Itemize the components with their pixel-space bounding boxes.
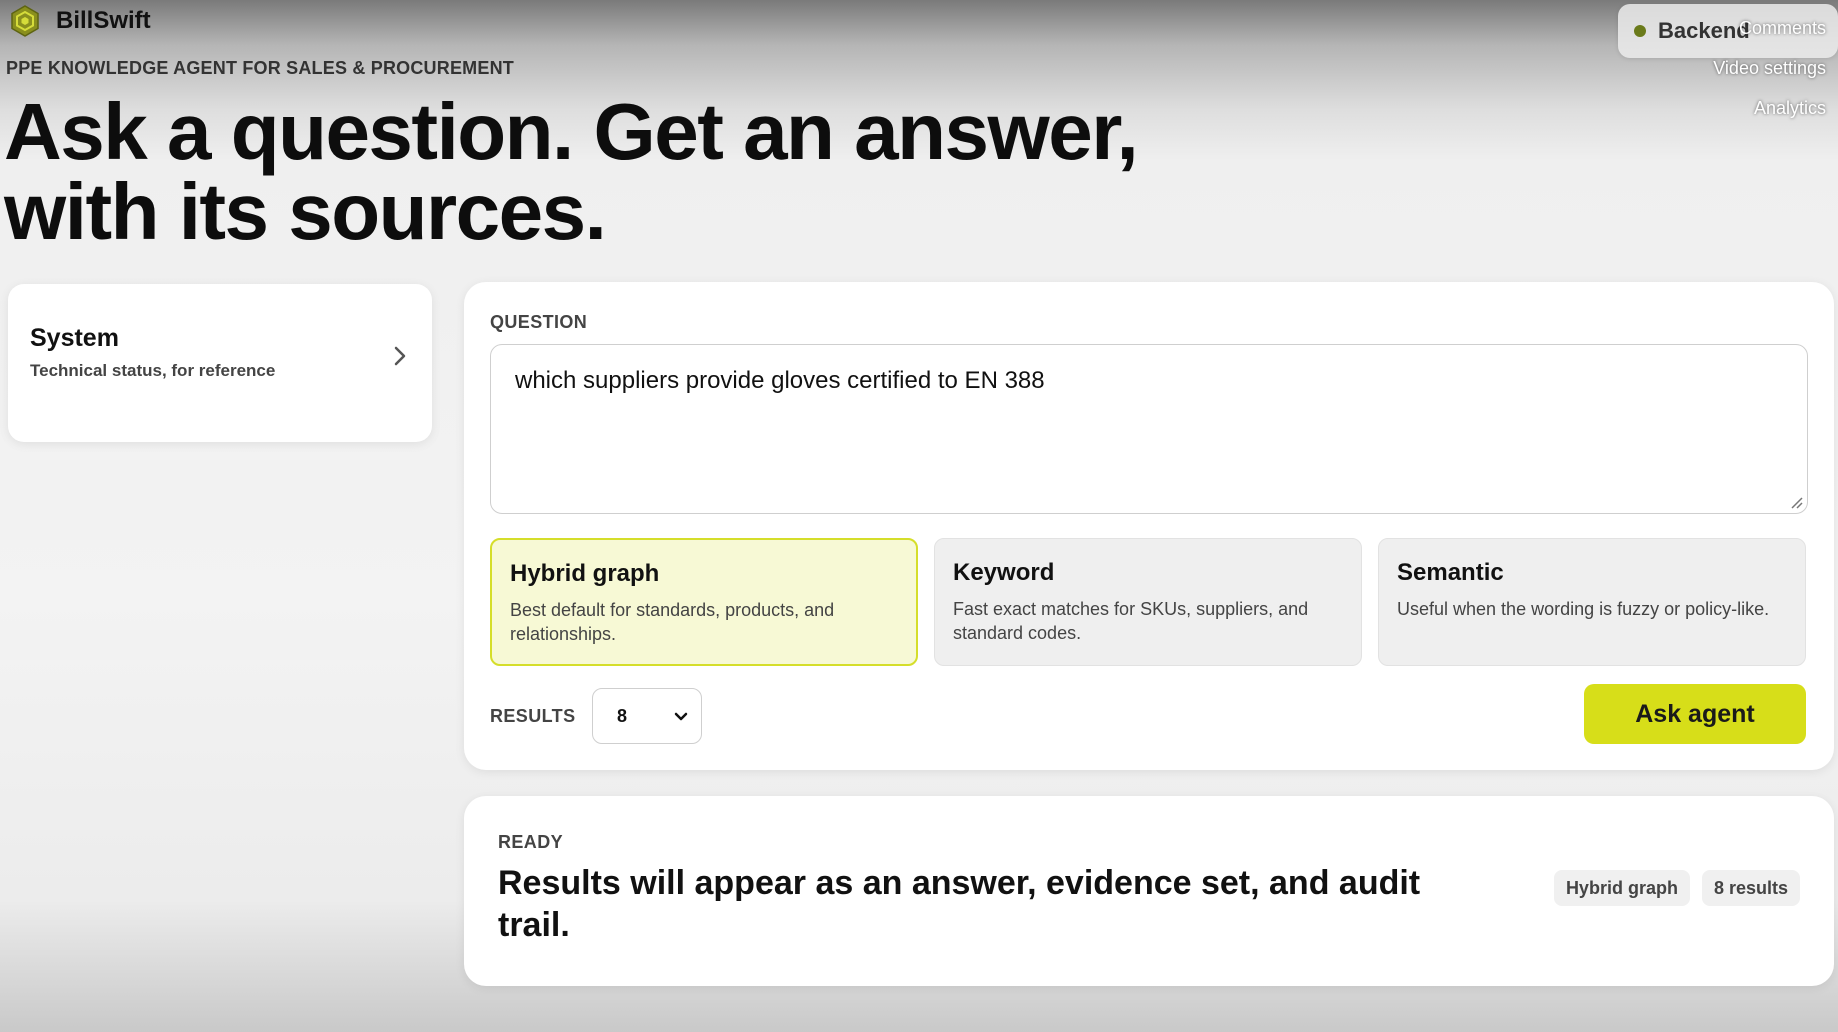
page-title-line-2: with its sources. [4, 167, 607, 256]
results-status-label: READY [498, 832, 564, 852]
results-chips: Hybrid graph 8 results [1553, 870, 1800, 906]
system-card-subtitle: Technical status, for reference [30, 361, 276, 380]
mode-option-hybrid-graph[interactable]: Hybrid graph Best default for standards,… [490, 538, 918, 666]
results-count-value: 8 [617, 705, 628, 726]
ask-agent-button[interactable]: Ask agent [1584, 684, 1806, 744]
brand: BillSwift [8, 4, 151, 38]
question-input-value: which suppliers provide gloves certified… [515, 367, 1045, 394]
system-card-title: System [30, 324, 119, 352]
overlay-link-comments[interactable]: Comments [1713, 16, 1826, 56]
page-title-line-1: Ask a question. Get an answer, [4, 87, 1139, 176]
question-card: QUESTION which suppliers provide gloves … [464, 282, 1834, 770]
mode-chip: Hybrid graph [1553, 870, 1690, 906]
mode-title: Hybrid graph [510, 560, 660, 587]
mode-description: Useful when the wording is fuzzy or poli… [1397, 599, 1770, 619]
mode-option-semantic[interactable]: Semantic Useful when the wording is fuzz… [1378, 538, 1806, 666]
results-label: RESULTS [490, 706, 576, 726]
system-card[interactable]: System Technical status, for reference [8, 284, 432, 442]
results-panel: READY Results will appear as an answer, … [464, 796, 1834, 986]
mode-title: Semantic [1397, 559, 1504, 586]
results-count-chip: 8 results [1701, 870, 1800, 906]
overlay-link-video-settings[interactable]: Video settings [1713, 56, 1826, 96]
results-count-select[interactable]: 8 [592, 688, 702, 744]
results-placeholder-message: Results will appear as an answer, eviden… [498, 864, 1421, 944]
chevron-down-icon [674, 712, 688, 721]
mode-description: Fast exact matches for SKUs, suppliers, … [953, 599, 1309, 643]
video-overlay-menu: Comments Video settings Analytics [1713, 16, 1826, 136]
mode-option-keyword[interactable]: Keyword Fast exact matches for SKUs, sup… [934, 538, 1362, 666]
mode-title: Keyword [953, 559, 1055, 586]
question-input[interactable]: which suppliers provide gloves certified… [490, 344, 1808, 514]
resize-grip-icon[interactable] [1789, 495, 1803, 509]
mode-description: Best default for standards, products, an… [510, 600, 835, 644]
status-dot-icon [1634, 25, 1646, 37]
hexagon-logo-icon [11, 5, 39, 37]
page-title: Ask a question. Get an answer, with its … [4, 92, 1204, 252]
chevron-right-icon [394, 346, 406, 366]
page-eyebrow: PPE KNOWLEDGE AGENT FOR SALES & PROCUREM… [6, 58, 514, 78]
overlay-link-analytics[interactable]: Analytics [1713, 96, 1826, 136]
question-label: QUESTION [490, 312, 588, 332]
brand-name: BillSwift [56, 7, 151, 34]
